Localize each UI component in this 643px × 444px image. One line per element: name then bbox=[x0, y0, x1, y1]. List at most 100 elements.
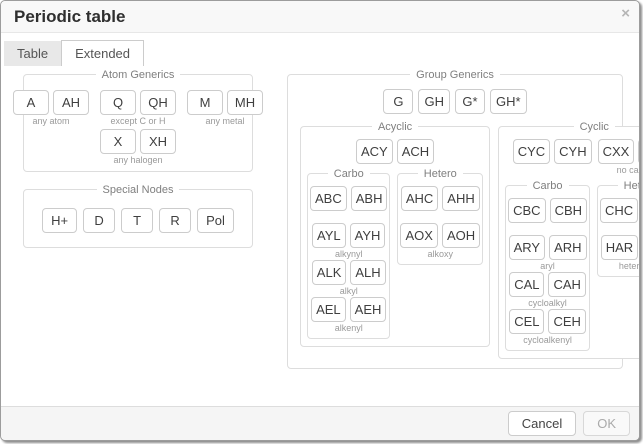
button-ah[interactable]: AH bbox=[53, 90, 89, 115]
right-column: Group Generics G GH G* GH* Acyclic ACY bbox=[287, 74, 623, 369]
pair-abc-abh: ABC ABH bbox=[310, 186, 387, 223]
caption-hetero-aryl: hetero aryl bbox=[619, 261, 640, 272]
legend-carbo-acyclic: Carbo bbox=[328, 168, 370, 180]
button-har[interactable]: HAR bbox=[601, 235, 638, 260]
button-t[interactable]: T bbox=[121, 208, 153, 233]
cyclic-leaf-panels: Carbo CBC CBH bbox=[502, 185, 640, 351]
button-cyh[interactable]: CYH bbox=[554, 139, 591, 164]
button-cxx[interactable]: CXX bbox=[598, 139, 635, 164]
special-nodes-row: H+ D T R Pol bbox=[30, 208, 246, 233]
atom-generics-row-2: X XH any halogen bbox=[30, 129, 246, 166]
pair-cbc-cbh: CBC CBH bbox=[508, 198, 587, 235]
button-h-plus[interactable]: H+ bbox=[42, 208, 77, 233]
button-aox[interactable]: AOX bbox=[400, 223, 437, 248]
legend-atom-generics: Atom Generics bbox=[96, 69, 181, 81]
button-abh[interactable]: ABH bbox=[351, 186, 388, 211]
close-icon[interactable]: × bbox=[621, 6, 630, 21]
button-ayh[interactable]: AYH bbox=[350, 223, 386, 248]
caption-except-c-or-h: except C or H bbox=[110, 116, 165, 127]
tab-extended[interactable]: Extended bbox=[61, 40, 144, 66]
button-ael[interactable]: AEL bbox=[311, 297, 346, 322]
button-xh[interactable]: XH bbox=[140, 129, 176, 154]
button-alh[interactable]: ALH bbox=[350, 260, 385, 285]
legend-special-nodes: Special Nodes bbox=[97, 184, 180, 196]
button-cal[interactable]: CAL bbox=[509, 272, 544, 297]
button-gh[interactable]: GH bbox=[418, 89, 450, 114]
pair-any-atom: A AH any atom bbox=[13, 90, 89, 127]
button-alk[interactable]: ALK bbox=[312, 260, 347, 285]
button-ahc[interactable]: AHC bbox=[401, 186, 438, 211]
button-g[interactable]: G bbox=[383, 89, 413, 114]
button-cbc[interactable]: CBC bbox=[508, 198, 545, 223]
caption-alkoxy: alkoxy bbox=[428, 249, 454, 260]
button-ahh[interactable]: AHH bbox=[442, 186, 479, 211]
atom-generics-row-1: A AH any atom Q QH except C or H bbox=[30, 90, 246, 127]
button-acy[interactable]: ACY bbox=[356, 139, 393, 164]
pair-any-halogen: X XH any halogen bbox=[100, 129, 176, 166]
button-ceh[interactable]: CEH bbox=[548, 309, 585, 334]
caption-aryl: aryl bbox=[540, 261, 555, 272]
tab-table[interactable]: Table bbox=[4, 41, 61, 66]
pair-chc-chh: CHC CHH bbox=[600, 198, 640, 235]
button-chc[interactable]: CHC bbox=[600, 198, 638, 223]
pair-acy-ach: ACY ACH bbox=[356, 139, 434, 164]
caption-alkyl: alkyl bbox=[340, 286, 358, 297]
button-cah[interactable]: CAH bbox=[548, 272, 585, 297]
legend-acyclic: Acyclic bbox=[372, 121, 418, 133]
button-aeh[interactable]: AEH bbox=[350, 297, 387, 322]
button-ach[interactable]: ACH bbox=[397, 139, 434, 164]
button-x[interactable]: X bbox=[100, 129, 136, 154]
legend-hetero-acyclic: Hetero bbox=[418, 168, 463, 180]
special-nodes-panel: Special Nodes H+ D T R Pol bbox=[23, 189, 253, 248]
button-arh[interactable]: ARH bbox=[549, 235, 586, 260]
cancel-button[interactable]: Cancel bbox=[508, 411, 576, 436]
button-d[interactable]: D bbox=[83, 208, 115, 233]
legend-carbo-cyclic: Carbo bbox=[527, 180, 569, 192]
ok-button[interactable]: OK bbox=[583, 411, 630, 436]
caption-cycloalkyl: cycloalkyl bbox=[528, 298, 567, 309]
button-cyc[interactable]: CYC bbox=[513, 139, 550, 164]
button-qh[interactable]: QH bbox=[140, 90, 176, 115]
button-q[interactable]: Q bbox=[100, 90, 136, 115]
button-m[interactable]: M bbox=[187, 90, 223, 115]
button-gh-star[interactable]: GH* bbox=[490, 89, 527, 114]
pair-except-c-or-h: Q QH except C or H bbox=[100, 90, 176, 127]
panel-legend: Atom Generics bbox=[24, 67, 252, 82]
button-a[interactable]: A bbox=[13, 90, 49, 115]
button-g-star[interactable]: G* bbox=[455, 89, 485, 114]
pair-alk-alh: ALK ALH alkyl bbox=[312, 260, 386, 297]
button-r[interactable]: R bbox=[159, 208, 191, 233]
button-aoh[interactable]: AOH bbox=[442, 223, 480, 248]
dialog-content: Atom Generics A AH any atom Q QH bbox=[1, 66, 639, 406]
group-generics-row: G GH G* GH* bbox=[294, 89, 616, 114]
button-pol[interactable]: Pol bbox=[197, 208, 234, 233]
cyclic-panel: Cyclic CYC CYH CXX bbox=[498, 126, 640, 359]
pair-cel-ceh: CEL CEH cycloalkenyl bbox=[509, 309, 586, 346]
pair-any-metal: M MH any metal bbox=[187, 90, 263, 127]
dialog-header: Periodic table × bbox=[1, 1, 639, 33]
atom-generics-panel: Atom Generics A AH any atom Q QH bbox=[23, 74, 253, 172]
pair-ayl-ayh: AYL AYH alkynyl bbox=[312, 223, 385, 260]
caption-alkenyl: alkenyl bbox=[335, 323, 363, 334]
button-ayl[interactable]: AYL bbox=[312, 223, 346, 248]
button-ary[interactable]: ARY bbox=[509, 235, 546, 260]
button-cbh[interactable]: CBH bbox=[550, 198, 587, 223]
panel-legend: Special Nodes bbox=[24, 182, 252, 197]
legend-group-generics: Group Generics bbox=[410, 69, 500, 81]
button-cel[interactable]: CEL bbox=[509, 309, 544, 334]
button-cxh[interactable]: CXH bbox=[638, 139, 640, 164]
caption-any-halogen: any halogen bbox=[113, 155, 162, 166]
cyclic-top-row: CYC CYH CXX CXH no carbon bbox=[502, 139, 640, 176]
panel-legend: Cyclic bbox=[499, 119, 640, 134]
caption-alkynyl: alkynyl bbox=[335, 249, 363, 260]
button-abc[interactable]: ABC bbox=[310, 186, 347, 211]
acyclic-leaf-panels: Carbo ABC ABH bbox=[304, 173, 486, 339]
pair-har-hah: HAR HAH hetero aryl bbox=[601, 235, 640, 272]
button-mh[interactable]: MH bbox=[227, 90, 263, 115]
left-column: Atom Generics A AH any atom Q QH bbox=[23, 74, 253, 248]
panel-legend: Hetero bbox=[398, 166, 482, 181]
caption-cycloalkenyl: cycloalkenyl bbox=[523, 335, 572, 346]
cyclic-carbo-panel: Carbo CBC CBH bbox=[505, 185, 590, 351]
pair-aox-aoh: AOX AOH alkoxy bbox=[400, 223, 480, 260]
acyclic-top-row: ACY ACH bbox=[304, 139, 486, 164]
